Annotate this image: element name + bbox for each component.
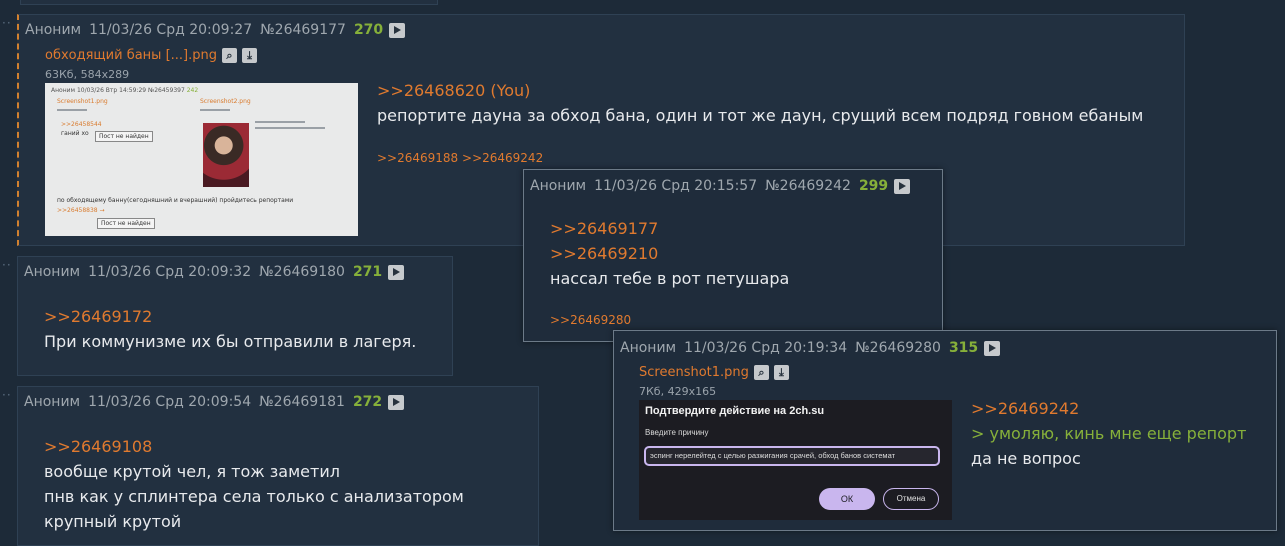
post-date: 11/03/26 Срд 20:09:27 xyxy=(89,22,253,38)
popup-post-26469280: Аноним 11/03/26 Срд 20:19:34 №26469280 3… xyxy=(613,330,1277,531)
download-icon[interactable]: ⤓ xyxy=(242,48,257,63)
post-26469181: Аноним 11/03/26 Срд 20:09:54 №26469181 2… xyxy=(17,386,539,546)
post-header: Аноним 11/03/26 Срд 20:09:54 №26469181 2… xyxy=(24,394,405,410)
post-author: Аноним xyxy=(24,394,81,410)
post-author: Аноним xyxy=(25,22,82,38)
thumb-link2: >>26458838 → xyxy=(57,207,105,214)
reply-link[interactable]: >>26469108 xyxy=(44,434,464,459)
play-icon[interactable] xyxy=(984,340,1001,356)
backrefs: >>26469188 >>26469242 xyxy=(377,151,543,165)
thumb-photo xyxy=(203,123,249,187)
thumb-file1: Screenshot1.png xyxy=(57,98,108,105)
reply-link[interactable]: >>26468620 (You) xyxy=(377,78,1143,103)
post-count: 315 xyxy=(948,340,979,356)
post-count: 271 xyxy=(352,264,383,280)
play-icon[interactable] xyxy=(388,264,405,280)
post-line: репортите дауна за обход бана, один и то… xyxy=(377,106,1144,125)
dialog-field: эспинг нерелейтед с целью разжигания сра… xyxy=(644,446,940,466)
post-line: нассал тебе в рот петушара xyxy=(550,269,790,288)
dialog-title: Подтвердите действие на 2ch.su xyxy=(645,405,825,417)
post-date: 11/03/26 Срд 20:09:54 xyxy=(88,394,252,410)
post-number[interactable]: №26469177 xyxy=(260,22,346,38)
search-icon[interactable]: ⌕ xyxy=(222,48,237,63)
post-number[interactable]: №26469181 xyxy=(259,394,345,410)
post-body: >>26469172 При коммунизме их бы отправил… xyxy=(44,304,416,354)
post-menu-dots[interactable]: ·· xyxy=(2,258,12,272)
post-line: пнв как у сплинтера села только с анализ… xyxy=(44,487,464,506)
post-date: 11/03/26 Срд 20:09:32 xyxy=(88,264,252,280)
post-image-thumbnail[interactable]: Аноним 10/03/26 Втр 14:59:29 №26459397 2… xyxy=(45,83,358,236)
backref-link[interactable]: >>26469280 xyxy=(550,313,631,327)
play-icon[interactable] xyxy=(894,178,911,194)
greentext-quote: > умоляю, кинь мне еще репорт xyxy=(971,424,1247,443)
post-header: Аноним 11/03/26 Срд 20:15:57 №26469242 2… xyxy=(530,178,911,194)
post-header: Аноним 11/03/26 Срд 20:09:27 №26469177 2… xyxy=(25,22,406,38)
dialog-ok-button: ОК xyxy=(819,488,875,510)
post-body: >>26469108 вообще крутой чел, я тож заме… xyxy=(44,434,464,534)
post-body: >>26468620 (You) репортите дауна за обхо… xyxy=(377,78,1143,128)
post-line: вообще крутой чел, я тож заметил xyxy=(44,462,340,481)
post-line: При коммунизме их бы отправили в лагеря. xyxy=(44,332,417,351)
popup-post-26469242: Аноним 11/03/26 Срд 20:15:57 №26469242 2… xyxy=(523,169,943,342)
dialog-cancel-button: Отмена xyxy=(883,488,939,510)
post-author: Аноним xyxy=(530,178,587,194)
play-icon[interactable] xyxy=(389,22,406,38)
thumb-box2: Пост не найден xyxy=(97,218,155,229)
reply-link[interactable]: >>26469210 xyxy=(550,241,789,266)
thumb-header: Аноним 10/03/26 Втр 14:59:29 №26459397 2… xyxy=(51,87,199,94)
post-author: Аноним xyxy=(620,340,677,356)
post-26469180: Аноним 11/03/26 Срд 20:09:32 №26469180 2… xyxy=(17,256,453,376)
post-line: крупный крутой xyxy=(44,512,182,531)
post-number[interactable]: №26469242 xyxy=(765,178,851,194)
dialog-label: Введите причину xyxy=(645,428,709,437)
backref-link[interactable]: >>26469188 xyxy=(377,151,458,165)
file-meta: 7Кб, 429x165 xyxy=(639,385,717,398)
search-icon[interactable]: ⌕ xyxy=(753,365,769,380)
backref-link[interactable]: >>26469242 xyxy=(462,151,543,165)
post-header: Аноним 11/03/26 Срд 20:19:34 №26469280 3… xyxy=(620,340,1001,356)
post-image-thumbnail[interactable]: Подтвердите действие на 2ch.su Введите п… xyxy=(639,400,952,520)
file-name[interactable]: Screenshot1.png xyxy=(639,365,749,380)
thumb-file2: Screenshot2.png xyxy=(200,98,251,105)
file-meta: 63Кб, 584x289 xyxy=(45,68,130,81)
thumb-text2: по обходящему банну(сегодняшний и вчераш… xyxy=(57,197,294,204)
post-date: 11/03/26 Срд 20:19:34 xyxy=(684,340,848,356)
play-icon[interactable] xyxy=(388,394,405,410)
file-name[interactable]: обходящий баны [...].png xyxy=(45,48,217,63)
post-menu-dots[interactable]: ·· xyxy=(2,388,12,402)
post-body: >>26469177 >>26469210 нассал тебе в рот … xyxy=(550,216,789,291)
post-number[interactable]: №26469280 xyxy=(855,340,941,356)
backrefs: >>26469280 xyxy=(550,313,631,327)
reply-link[interactable]: >>26469172 xyxy=(44,304,416,329)
post-menu-dots[interactable]: ·· xyxy=(2,16,12,30)
post-author: Аноним xyxy=(24,264,81,280)
previous-post-edge xyxy=(20,0,438,5)
file-link: обходящий баны [...].png ⌕ ⤓ xyxy=(45,48,257,63)
thumb-text1: ганий хо xyxy=(61,130,89,137)
post-date: 11/03/26 Срд 20:15:57 xyxy=(594,178,758,194)
post-count: 299 xyxy=(858,178,889,194)
thumb-link1: >>26458544 xyxy=(61,121,102,128)
post-body: >>26469242 > умоляю, кинь мне еще репорт… xyxy=(971,396,1246,471)
download-icon[interactable]: ⤓ xyxy=(773,365,789,380)
post-header: Аноним 11/03/26 Срд 20:09:32 №26469180 2… xyxy=(24,264,405,280)
post-count: 270 xyxy=(353,22,384,38)
post-line: да не вопрос xyxy=(971,449,1081,468)
thumb-box1: Пост не найден xyxy=(95,131,153,142)
file-link: Screenshot1.png ⌕ ⤓ xyxy=(639,365,789,380)
reply-link[interactable]: >>26469177 xyxy=(550,216,789,241)
post-number[interactable]: №26469180 xyxy=(259,264,345,280)
reply-link[interactable]: >>26469242 xyxy=(971,396,1246,421)
post-count: 272 xyxy=(352,394,383,410)
